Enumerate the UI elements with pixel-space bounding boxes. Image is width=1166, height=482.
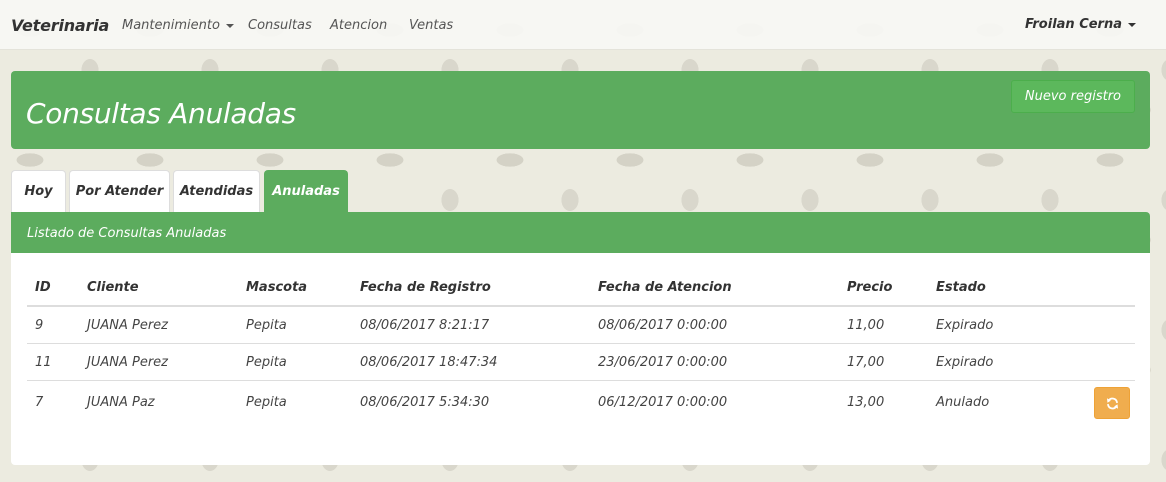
tab-atendidas[interactable]: Atendidas [173,170,260,212]
column-header-actions [1086,269,1135,307]
cell-precio: 17,00 [839,343,928,381]
user-menu-dropdown[interactable]: Froilan Cerna [1025,17,1136,32]
cell-fecha-registro: 08/06/2017 8:21:17 [352,306,590,344]
cell-cliente: JUANA Perez [79,343,238,381]
consultas-list-panel: Listado de Consultas Anuladas ID Cliente… [11,212,1150,465]
nav-consultas[interactable]: Consultas [248,18,312,33]
tab-anuladas[interactable]: Anuladas [264,170,348,212]
cell-fecha-atencion: 08/06/2017 0:00:00 [590,306,839,344]
new-record-button[interactable]: Nuevo registro [1010,80,1135,113]
cell-precio: 13,00 [847,394,885,410]
cell-id: 11 [27,343,79,381]
cell-cliente: JUANA Paz [87,394,155,410]
table-row: 9 JUANA Perez Pepita 08/06/2017 8:21:17 … [27,306,1135,344]
nav-ventas[interactable]: Ventas [409,18,453,33]
chevron-down-icon [225,23,234,28]
nav-atencion[interactable]: Atencion [330,18,387,33]
cell-mascota: Pepita [238,343,352,381]
column-header-fecha-atencion[interactable]: Fecha de Atencion [590,269,839,307]
tab-por-atender[interactable]: Por Atender [69,170,170,212]
cell-fecha-registro: 08/06/2017 5:34:30 [360,394,490,410]
cell-actions [1086,381,1135,424]
page-header-panel: Consultas Anuladas Nuevo registro [11,71,1150,149]
nav-mantenimiento-label: Mantenimiento [122,18,220,33]
cell-id: 7 [35,394,44,410]
cell-fecha-atencion: 06/12/2017 0:00:00 [598,394,728,410]
nav-mantenimiento-dropdown[interactable]: Mantenimiento [122,18,234,33]
table-row: 7 JUANA Paz Pepita 08/06/2017 5:34:30 06… [27,381,1135,424]
table-row: 11 JUANA Perez Pepita 08/06/2017 18:47:3… [27,343,1135,381]
cell-precio: 11,00 [839,306,928,344]
cell-estado: Expirado [928,343,1086,381]
brand-logo[interactable]: Veterinaria [11,16,109,35]
column-header-mascota[interactable]: Mascota [238,269,352,307]
cell-mascota: Pepita [246,394,287,410]
cell-id: 9 [27,306,79,344]
cell-estado: Expirado [928,306,1086,344]
cell-estado: Anulado [936,394,990,410]
cell-actions [1086,343,1135,381]
restore-button[interactable] [1094,387,1130,419]
cell-cliente: JUANA Perez [79,306,238,344]
column-header-cliente[interactable]: Cliente [79,269,238,307]
cell-actions [1086,306,1135,344]
refresh-icon [1106,397,1119,410]
top-navbar: Veterinaria Mantenimiento Consultas Aten… [0,0,1166,50]
consultas-table: ID Cliente Mascota Fecha de Registro Fec… [27,269,1135,423]
column-header-id[interactable]: ID [27,269,79,307]
user-name: Froilan Cerna [1024,17,1122,32]
column-header-fecha-registro[interactable]: Fecha de Registro [352,269,590,307]
chevron-down-icon [1128,22,1136,27]
column-header-estado[interactable]: Estado [928,269,1086,307]
tab-hoy[interactable]: Hoy [11,170,66,212]
page-title: Consultas Anuladas [26,97,296,130]
cell-mascota: Pepita [238,306,352,344]
list-heading: Listado de Consultas Anuladas [11,212,1150,253]
table-header-row: ID Cliente Mascota Fecha de Registro Fec… [27,269,1135,307]
cell-fecha-registro: 08/06/2017 18:47:34 [352,343,590,381]
column-header-precio[interactable]: Precio [839,269,928,307]
cell-fecha-atencion: 23/06/2017 0:00:00 [590,343,839,381]
